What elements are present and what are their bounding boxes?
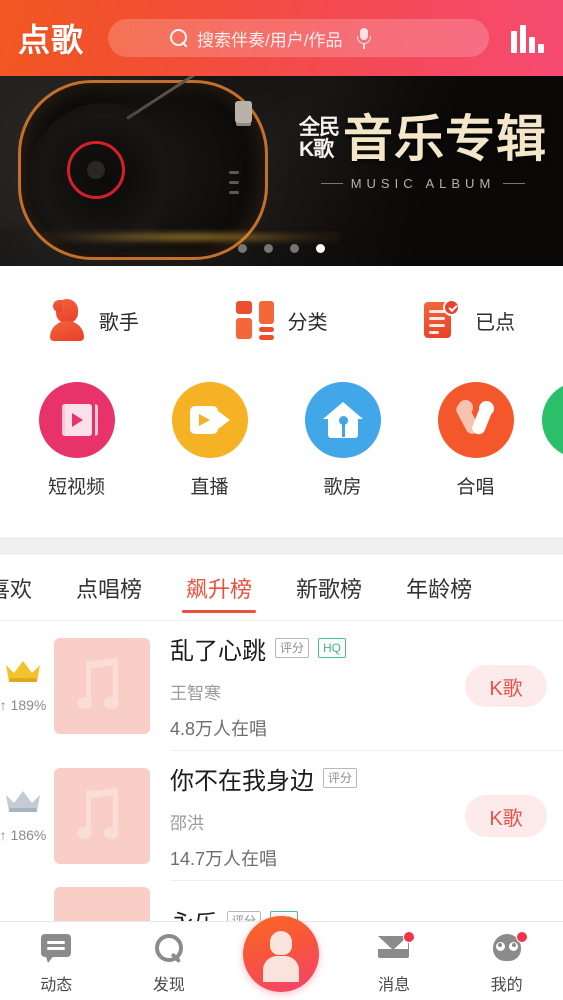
song-cover [54, 638, 150, 734]
song-row[interactable]: 永乐 评分 HQ [0, 881, 563, 921]
quick-item-category[interactable]: 分类 [188, 301, 376, 340]
song-room-house-icon [304, 382, 381, 458]
feature-entry-chorus[interactable]: 合唱 [409, 374, 542, 499]
quick-item-singer[interactable]: 歌手 [0, 299, 188, 341]
quick-item-label: 分类 [287, 311, 328, 334]
feature-entry-partial[interactable] [542, 374, 563, 472]
nav-item-feed[interactable]: 动态 [0, 932, 113, 995]
quick-item-selected[interactable]: 已点 [375, 299, 563, 341]
nav-item-label: 我的 [490, 977, 523, 994]
banner-title: 音乐专辑 [343, 111, 547, 167]
rank-indicator: ↑ 186% [0, 789, 52, 843]
page-title: 点歌 [18, 22, 85, 58]
section-divider [0, 537, 563, 555]
song-title: 乱了心跳 [170, 637, 266, 665]
silver-crown-icon [3, 789, 43, 815]
sing-button[interactable]: K歌 [465, 795, 547, 837]
tab-label: 点唱榜 [76, 576, 143, 602]
banner-glow [40, 230, 340, 244]
chorus-microphones-icon [437, 382, 514, 458]
category-grid-icon [235, 301, 274, 340]
song-title: 永乐 [170, 904, 218, 921]
feature-entry-short-video[interactable]: 短视频 [10, 374, 143, 499]
short-video-icon [38, 382, 115, 458]
microphone-icon[interactable] [356, 27, 372, 49]
banner-subtitle: MUSIC ALBUM [350, 176, 496, 191]
tab-you-like[interactable]: 你喜欢 [0, 555, 54, 620]
rating-badge: 评分 [323, 767, 358, 789]
tab-age-chart[interactable]: 年龄榜 [384, 555, 494, 620]
song-row[interactable]: ↑ 189% 乱了心跳 评分 HQ 王智寒 4.8万人在唱 K歌 [0, 621, 563, 751]
nav-item-label: 消息 [378, 977, 411, 994]
nav-item-label: 动态 [40, 977, 73, 994]
tab-label: 你喜欢 [0, 576, 33, 602]
profile-unread-badge [515, 931, 528, 943]
banner-dot[interactable] [264, 244, 273, 253]
quick-item-label: 已点 [475, 311, 516, 334]
trend-value: ↑ 189% [0, 697, 47, 713]
banner-dot[interactable] [238, 244, 247, 253]
song-cover [54, 768, 150, 864]
feature-entry-song-room[interactable]: 歌房 [276, 374, 409, 499]
record-avatar-button[interactable] [243, 916, 320, 992]
app-root: 点歌 搜索伴奏/用户/作品 全民 K歌 音乐专辑 MUSIC ALBUM 歌手 … [0, 0, 563, 1000]
tab-label: 飙升榜 [186, 576, 253, 602]
quick-item-label: 歌手 [98, 311, 139, 334]
banner-copy: 全民 K歌 音乐专辑 MUSIC ALBUM [299, 114, 547, 191]
search-input[interactable]: 搜索伴奏/用户/作品 [108, 19, 489, 57]
banner-title-small-2: K歌 [299, 138, 334, 161]
song-title: 你不在我身边 [170, 767, 314, 795]
feature-entry-label: 短视频 [47, 477, 105, 498]
tab-request-chart[interactable]: 点唱榜 [54, 555, 164, 620]
nav-center-wrap [225, 916, 338, 992]
live-camera-icon [171, 382, 248, 458]
rank-indicator: ↑ 189% [0, 659, 52, 713]
equalizer-icon[interactable] [511, 23, 547, 53]
nav-item-profile[interactable]: 我的 [450, 931, 563, 995]
search-placeholder: 搜索伴奏/用户/作品 [197, 30, 343, 50]
feature-entry-row: 短视频 直播 歌房 合唱 [0, 374, 563, 510]
trend-value: ↑ 186% [0, 827, 47, 843]
feed-bubble-icon [39, 932, 73, 964]
ranking-tabs: 你喜欢 点唱榜 飙升榜 新歌榜 年龄榜 [0, 555, 563, 621]
song-list: ↑ 189% 乱了心跳 评分 HQ 王智寒 4.8万人在唱 K歌 ↑ 186% … [0, 621, 563, 921]
banner-subtitle-row: MUSIC ALBUM [299, 176, 547, 191]
partial-entry-icon [542, 382, 563, 458]
quick-access-row: 歌手 分类 已点 [0, 266, 563, 374]
rating-badge: 评分 [275, 637, 310, 659]
song-singer-count: 4.8万人在唱 [170, 718, 268, 739]
hq-badge: HQ [318, 637, 347, 659]
feature-entry-label: 歌房 [323, 477, 362, 498]
song-cover [54, 887, 150, 921]
nav-item-messages[interactable]: 消息 [338, 931, 451, 995]
tab-new-songs-chart[interactable]: 新歌榜 [274, 555, 384, 620]
nav-item-label: 发现 [152, 977, 185, 994]
banner-dot[interactable] [290, 244, 299, 253]
promo-banner[interactable]: 全民 K歌 音乐专辑 MUSIC ALBUM [0, 76, 563, 266]
tab-label: 年龄榜 [406, 576, 473, 602]
song-info: 永乐 评分 HQ [170, 881, 563, 921]
message-unread-badge [403, 931, 416, 943]
banner-title-small-1: 全民 [299, 116, 340, 140]
search-icon [170, 28, 189, 48]
nav-item-discover[interactable]: 发现 [113, 932, 226, 995]
feature-entry-live[interactable]: 直播 [143, 374, 276, 499]
feature-entry-label: 合唱 [456, 477, 495, 498]
rating-badge: 评分 [227, 911, 262, 921]
singer-icon [49, 299, 85, 341]
sing-button[interactable]: K歌 [465, 665, 547, 707]
discover-search-icon [152, 932, 186, 964]
banner-dot-active[interactable] [316, 244, 325, 253]
song-singer-count: 14.7万人在唱 [170, 848, 278, 869]
gold-crown-icon [3, 659, 43, 685]
feature-entry-label: 直播 [190, 477, 229, 498]
selected-list-icon [423, 299, 461, 341]
banner-pagination-dots[interactable] [0, 244, 563, 253]
tab-rising-chart[interactable]: 飙升榜 [164, 555, 274, 620]
bottom-navigation: 动态 发现 消息 我的 [0, 916, 563, 1000]
tab-label: 新歌榜 [296, 576, 363, 602]
song-row[interactable]: ↑ 186% 你不在我身边 评分 邵洪 14.7万人在唱 K歌 [0, 751, 563, 881]
app-header: 点歌 搜索伴奏/用户/作品 [0, 0, 563, 76]
